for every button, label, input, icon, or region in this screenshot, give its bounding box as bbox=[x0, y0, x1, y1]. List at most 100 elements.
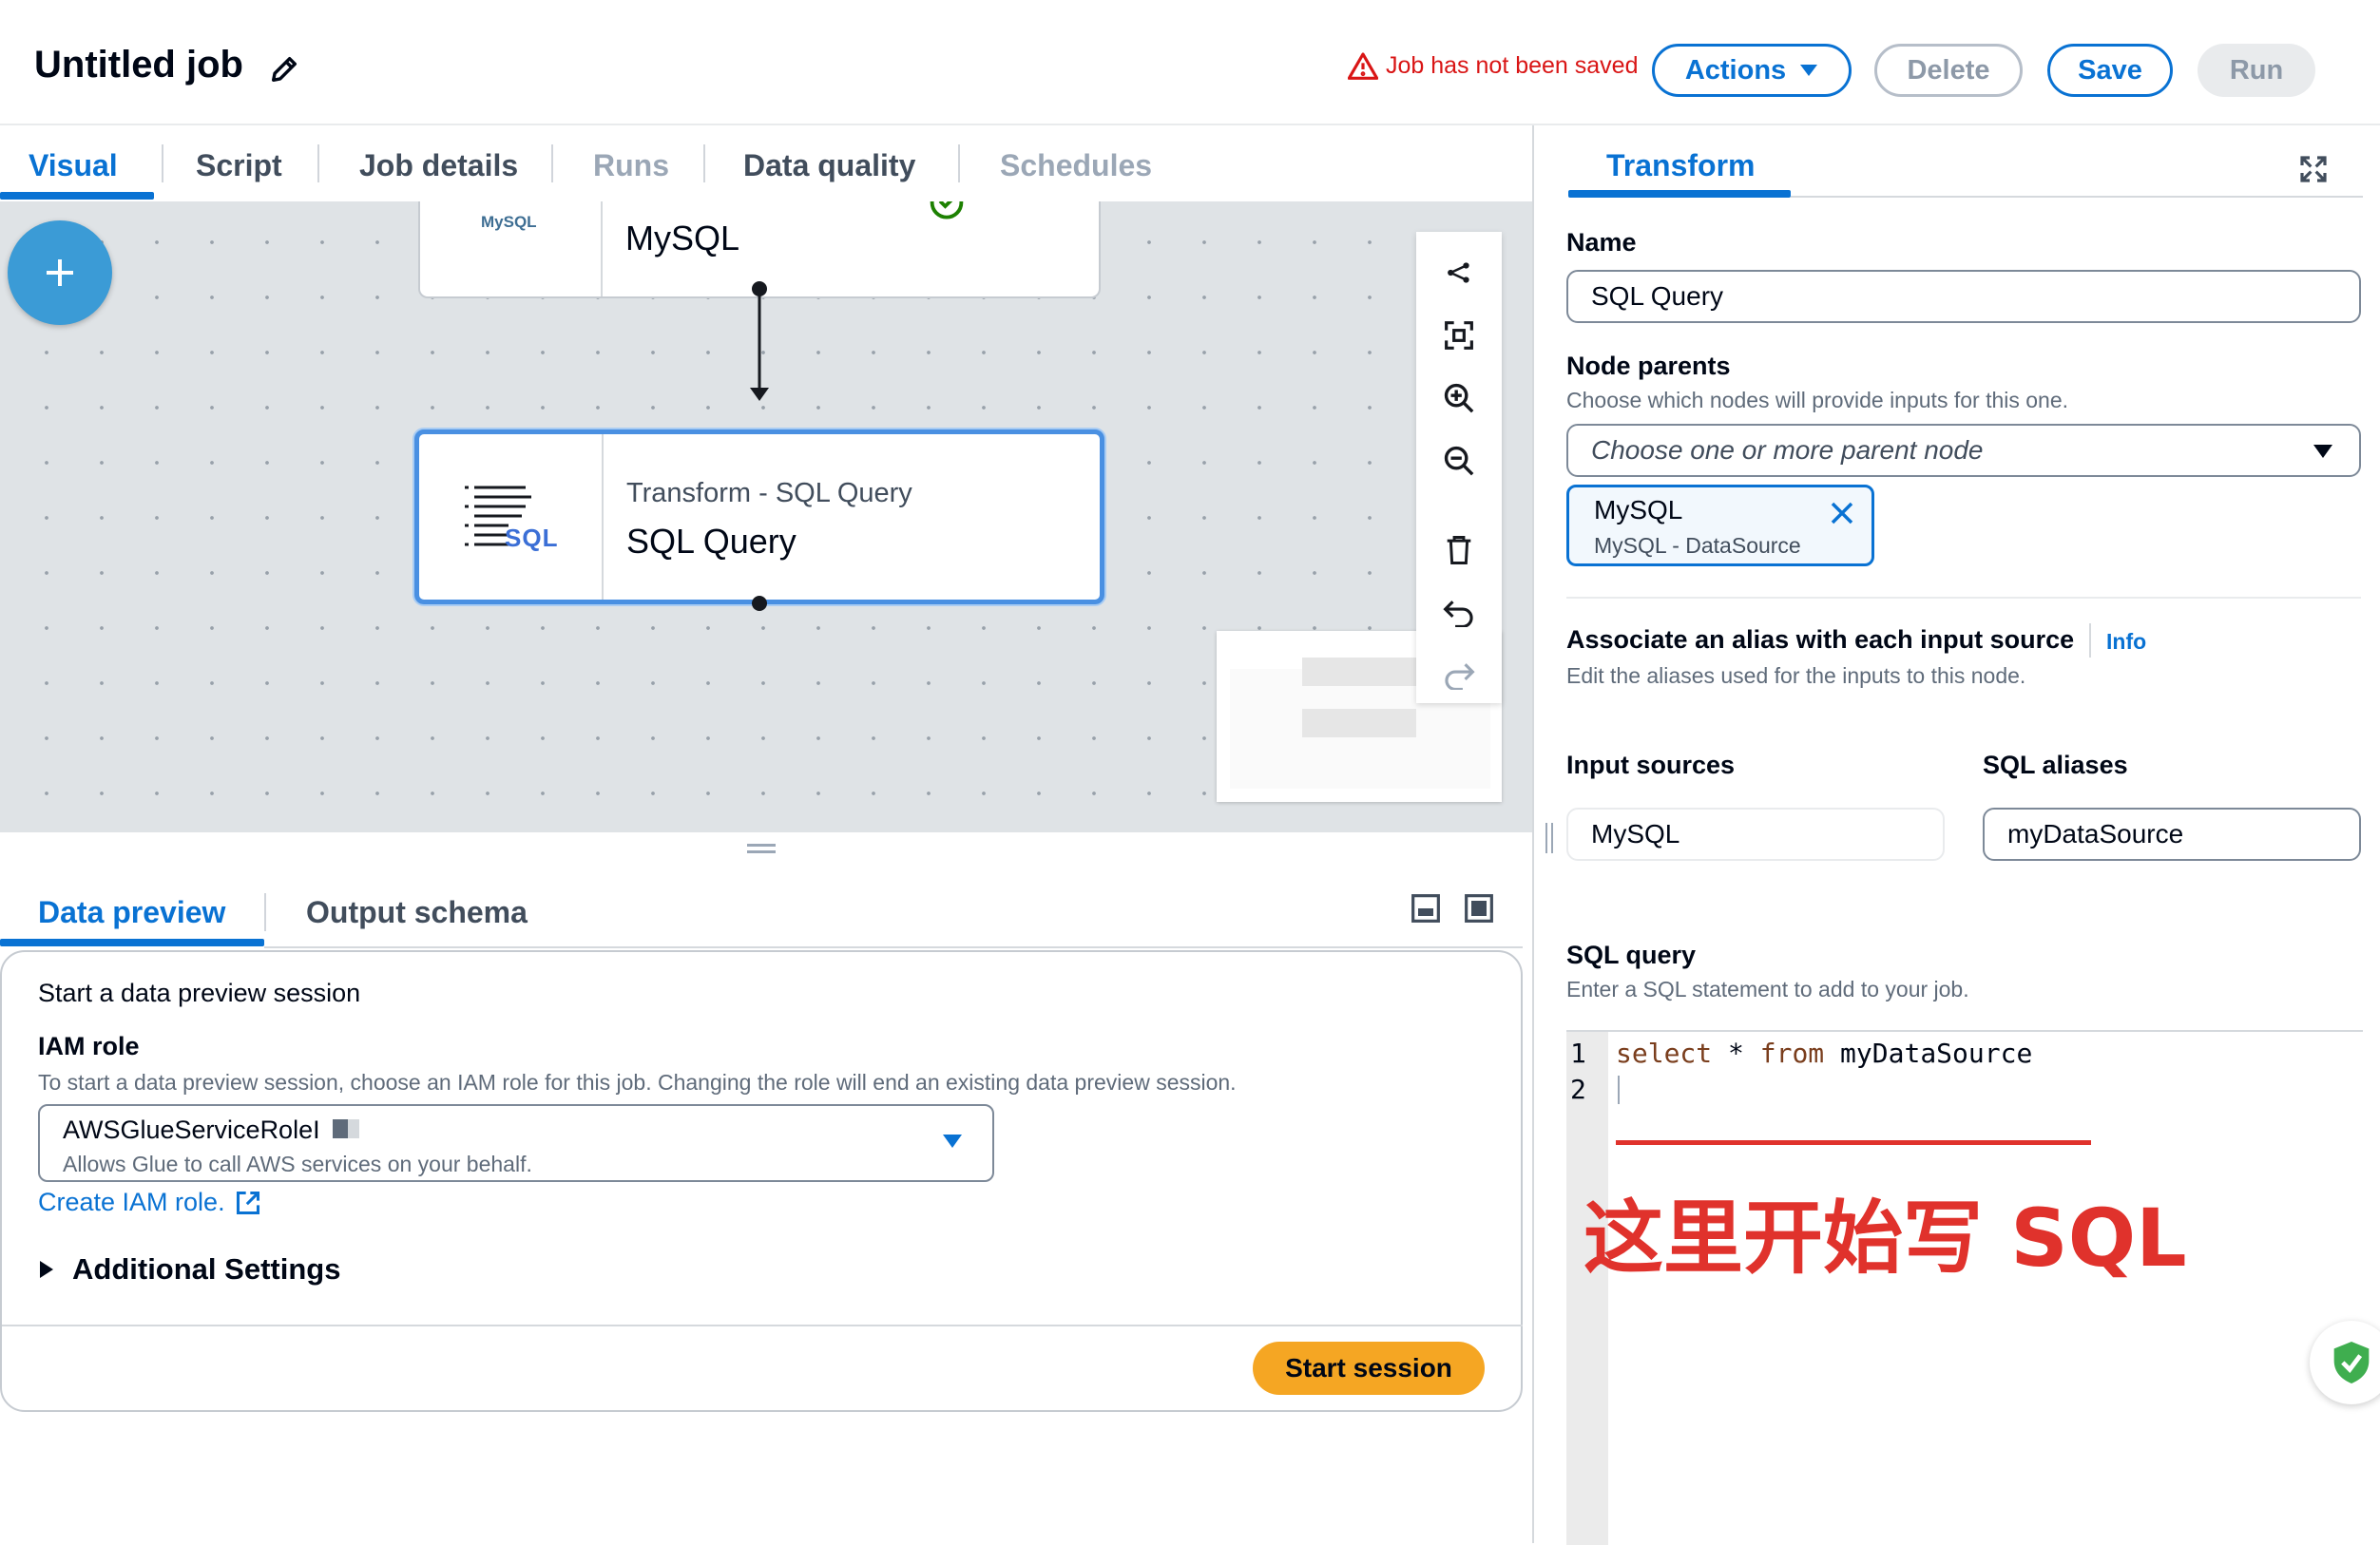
expand-icon[interactable] bbox=[2298, 154, 2329, 184]
data-preview-card: Start a data preview session IAM role To… bbox=[0, 950, 1523, 1412]
transform-node-sql-query[interactable]: SQL Transform - SQL Query SQL Query bbox=[414, 429, 1104, 604]
fit-view-icon[interactable] bbox=[1435, 312, 1483, 359]
tab-bar-border bbox=[264, 946, 1523, 948]
vertical-resize-handle[interactable] bbox=[1545, 823, 1553, 853]
plus-icon bbox=[47, 259, 73, 286]
tab-separator bbox=[162, 144, 163, 182]
token-title: MySQL bbox=[1594, 495, 1683, 525]
iam-role-select[interactable]: AWSGlueServiceRoleI Allows Glue to call … bbox=[38, 1104, 994, 1182]
sql-alias-input[interactable]: myDataSource bbox=[1983, 808, 2361, 861]
delete-icon[interactable] bbox=[1435, 526, 1483, 574]
panel-maximize-icon[interactable] bbox=[1464, 893, 1494, 924]
mysql-logo: MySQL bbox=[481, 213, 537, 231]
sql-keyword: select bbox=[1616, 1038, 1713, 1069]
external-link-icon bbox=[236, 1191, 259, 1214]
layout-icon[interactable] bbox=[1435, 249, 1483, 296]
iam-role-label: IAM role bbox=[38, 1032, 140, 1060]
line-number: 2 bbox=[1570, 1074, 1586, 1105]
parent-node-select[interactable]: Choose one or more parent node bbox=[1566, 424, 2361, 477]
node-output-handle[interactable] bbox=[749, 593, 770, 614]
redo-icon[interactable] bbox=[1435, 652, 1483, 699]
check-circle-icon bbox=[922, 201, 971, 232]
name-input[interactable]: SQL Query bbox=[1566, 270, 2361, 323]
minimap-node bbox=[1302, 658, 1416, 686]
tab-runs[interactable]: Runs bbox=[593, 148, 669, 183]
tab-visual[interactable]: Visual bbox=[29, 148, 118, 183]
caret-down-icon bbox=[1800, 65, 1818, 76]
node-icon-box: MySQL bbox=[420, 201, 603, 296]
actions-label: Actions bbox=[1684, 54, 1787, 86]
tab-separator bbox=[958, 144, 960, 182]
tab-transform-underline bbox=[1568, 190, 1791, 198]
line-number: 1 bbox=[1570, 1038, 1586, 1069]
sql-transform-icon: SQL bbox=[465, 482, 560, 558]
additional-settings-label: Additional Settings bbox=[72, 1252, 341, 1286]
sql-aliases-label: SQL aliases bbox=[1983, 751, 2128, 779]
panel-dock-bottom-icon[interactable] bbox=[1411, 893, 1441, 924]
code-line-1: select * from myDataSource bbox=[1616, 1036, 2032, 1072]
caret-right-icon bbox=[40, 1261, 53, 1278]
delete-button[interactable]: Delete bbox=[1874, 44, 2023, 97]
node-parents-description: Choose which nodes will provide inputs f… bbox=[1566, 388, 2069, 412]
input-sources-label: Input sources bbox=[1566, 751, 1736, 779]
zoom-in-icon[interactable] bbox=[1435, 374, 1483, 422]
redacted-block bbox=[348, 1119, 359, 1138]
tab-data-preview[interactable]: Data preview bbox=[38, 895, 225, 930]
sql-icon-label: SQL bbox=[505, 524, 559, 552]
node-title: SQL Query bbox=[626, 522, 797, 561]
node-icon-box: SQL bbox=[419, 434, 604, 600]
actions-button[interactable]: Actions bbox=[1652, 44, 1852, 97]
tab-transform[interactable]: Transform bbox=[1606, 148, 1755, 183]
edit-pencil-icon[interactable] bbox=[268, 53, 300, 86]
start-session-button[interactable]: Start session bbox=[1253, 1342, 1485, 1395]
undo-icon[interactable] bbox=[1435, 589, 1483, 637]
tab-data-preview-underline bbox=[0, 939, 264, 946]
job-header bbox=[0, 0, 2380, 125]
info-link[interactable]: Info bbox=[2106, 629, 2146, 655]
panel-tab-border bbox=[1791, 196, 2363, 198]
run-button[interactable]: Run bbox=[2198, 44, 2315, 97]
horizontal-resize-handle[interactable] bbox=[747, 844, 776, 853]
sql-query-description: Enter a SQL statement to add to your job… bbox=[1566, 977, 1969, 1001]
tab-data-quality[interactable]: Data quality bbox=[743, 148, 915, 183]
parent-node-token: MySQL MySQL - DataSource bbox=[1566, 485, 1874, 566]
unsaved-warning-text: Job has not been saved bbox=[1386, 51, 1639, 79]
create-iam-role-link[interactable]: Create IAM role. bbox=[38, 1188, 261, 1217]
parent-node-placeholder: Choose one or more parent node bbox=[1591, 435, 1984, 465]
node-type-label: Transform - SQL Query bbox=[626, 478, 912, 508]
tab-schedules[interactable]: Schedules bbox=[1000, 148, 1152, 183]
card-divider bbox=[2, 1325, 1523, 1326]
alias-description: Edit the aliases used for the inputs to … bbox=[1566, 663, 2026, 688]
save-button[interactable]: Save bbox=[2047, 44, 2173, 97]
visual-canvas[interactable]: MySQL MySQL SQL Transform - SQL Query SQ… bbox=[0, 201, 1532, 832]
iam-role-description: To start a data preview session, choose … bbox=[38, 1070, 1237, 1095]
additional-settings-toggle[interactable]: Additional Settings bbox=[38, 1252, 340, 1287]
tab-output-schema[interactable]: Output schema bbox=[306, 895, 528, 930]
tab-separator bbox=[264, 893, 266, 931]
token-subtitle: MySQL - DataSource bbox=[1594, 533, 1801, 558]
iam-role-value: AWSGlueServiceRoleI bbox=[63, 1116, 320, 1144]
caret-down-icon bbox=[2313, 445, 2332, 458]
unsaved-warning: Job has not been saved bbox=[1348, 51, 1638, 80]
job-title: Untitled job bbox=[34, 44, 243, 86]
tab-visual-underline bbox=[0, 192, 154, 200]
zoom-out-icon[interactable] bbox=[1435, 437, 1483, 485]
iam-role-value-description: Allows Glue to call AWS services on your… bbox=[63, 1152, 532, 1176]
input-source-field: MySQL bbox=[1566, 808, 1945, 861]
warning-icon bbox=[1348, 52, 1378, 80]
close-icon[interactable] bbox=[1828, 499, 1856, 527]
redacted-block bbox=[333, 1119, 348, 1138]
tab-separator bbox=[317, 144, 319, 182]
tab-job-details[interactable]: Job details bbox=[359, 148, 518, 183]
add-node-button[interactable] bbox=[8, 220, 112, 325]
canvas-toolbar bbox=[1416, 232, 1502, 703]
annotation-underline bbox=[1616, 1140, 2091, 1145]
tab-script[interactable]: Script bbox=[196, 148, 282, 183]
sql-operator: * bbox=[1728, 1038, 1744, 1069]
edge-arrow bbox=[750, 281, 769, 401]
node-title: MySQL bbox=[625, 219, 740, 258]
sql-identifier: myDataSource bbox=[1840, 1038, 2033, 1069]
minimap-node bbox=[1302, 709, 1416, 737]
node-parents-label: Node parents bbox=[1566, 352, 1731, 380]
name-label: Name bbox=[1566, 228, 1637, 257]
